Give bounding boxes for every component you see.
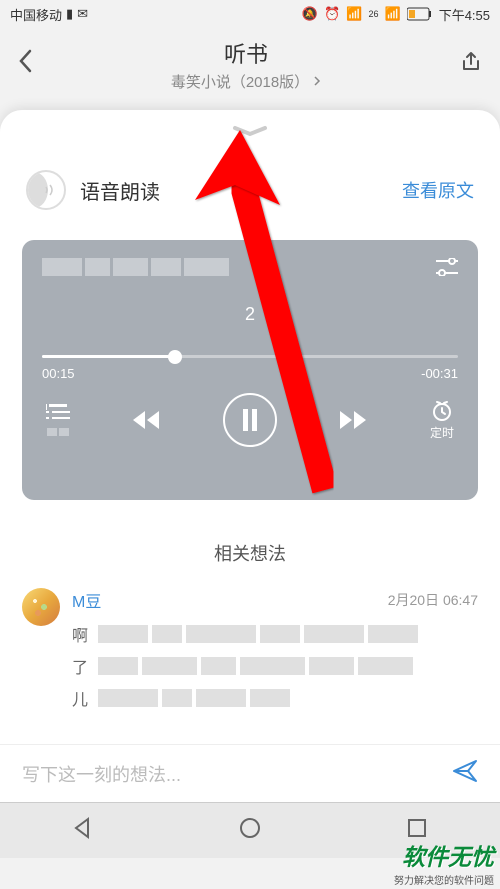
- book-subtitle: 毒笑小说（2018版）: [171, 71, 309, 92]
- thought-item[interactable]: M豆 2月20日 06:47 啊 了 儿: [0, 566, 500, 710]
- send-icon: [452, 758, 478, 784]
- timer-label: 定时: [430, 424, 454, 441]
- track-title-redacted: [42, 258, 282, 276]
- time-label: 下午4:55: [439, 5, 490, 24]
- comment-input[interactable]: 写下这一刻的想法...: [22, 761, 452, 787]
- message-icon: ✉: [77, 6, 88, 22]
- sim-icon: ▮: [66, 6, 73, 22]
- avatar[interactable]: [22, 588, 60, 626]
- alarm-icon: ⏰: [324, 6, 340, 22]
- page-title: 听书: [32, 37, 460, 69]
- battery-icon: [407, 7, 433, 21]
- sleep-timer-button[interactable]: 定时: [430, 400, 454, 441]
- thought-username[interactable]: M豆: [72, 588, 101, 612]
- tts-voice-icon: [26, 170, 66, 210]
- comment-bar: 写下这一刻的想法...: [0, 744, 500, 802]
- chapter-list-button[interactable]: [46, 404, 70, 436]
- forward-button[interactable]: [338, 409, 368, 431]
- nav-home-button[interactable]: [239, 817, 261, 844]
- mute-icon: 🔕: [302, 6, 318, 22]
- book-selector[interactable]: 毒笑小说（2018版）: [32, 71, 460, 92]
- audio-player: 2 00:15 -00:31: [22, 240, 478, 500]
- sheet-grabber[interactable]: [0, 110, 500, 146]
- player-sheet: 语音朗读 查看原文 2 00:15 -00:31: [0, 110, 500, 802]
- nav-back-button[interactable]: [72, 817, 94, 844]
- watermark-main: 软件无忧: [394, 838, 494, 872]
- chevron-down-icon: [231, 124, 269, 138]
- equalizer-button[interactable]: [436, 258, 458, 282]
- thought-timestamp: 2月20日 06:47: [388, 590, 478, 610]
- wifi-icon: 📶: [346, 6, 362, 22]
- watermark: 软件无忧 努力解决您的软件问题: [394, 838, 494, 887]
- share-button[interactable]: [460, 51, 482, 78]
- progress-thumb[interactable]: [168, 350, 182, 364]
- send-button[interactable]: [452, 758, 478, 789]
- time-remaining: -00:31: [421, 366, 458, 381]
- tts-title: 语音朗读: [80, 176, 402, 205]
- status-bar: 中国移动 ▮ ✉ 🔕 ⏰ 📶 26 📶 下午4:55: [0, 0, 500, 28]
- progress-slider[interactable]: [42, 355, 458, 358]
- signal-icon: 📶: [385, 6, 401, 22]
- chapter-number: 2: [42, 304, 458, 325]
- carrier-label: 中国移动: [10, 5, 62, 24]
- network-label: 26: [368, 9, 378, 19]
- thought-content-redacted: 啊 了 儿: [72, 622, 478, 710]
- related-thoughts-header: 相关想法: [0, 540, 500, 566]
- pause-button[interactable]: [223, 393, 277, 447]
- rewind-button[interactable]: [131, 409, 161, 431]
- watermark-sub: 努力解决您的软件问题: [394, 872, 494, 887]
- back-button[interactable]: [18, 49, 32, 80]
- pause-icon: [241, 409, 259, 431]
- nav-header: 听书 毒笑小说（2018版）: [0, 28, 500, 100]
- time-elapsed: 00:15: [42, 366, 75, 381]
- view-original-link[interactable]: 查看原文: [402, 177, 474, 203]
- chevron-right-icon: [313, 75, 321, 87]
